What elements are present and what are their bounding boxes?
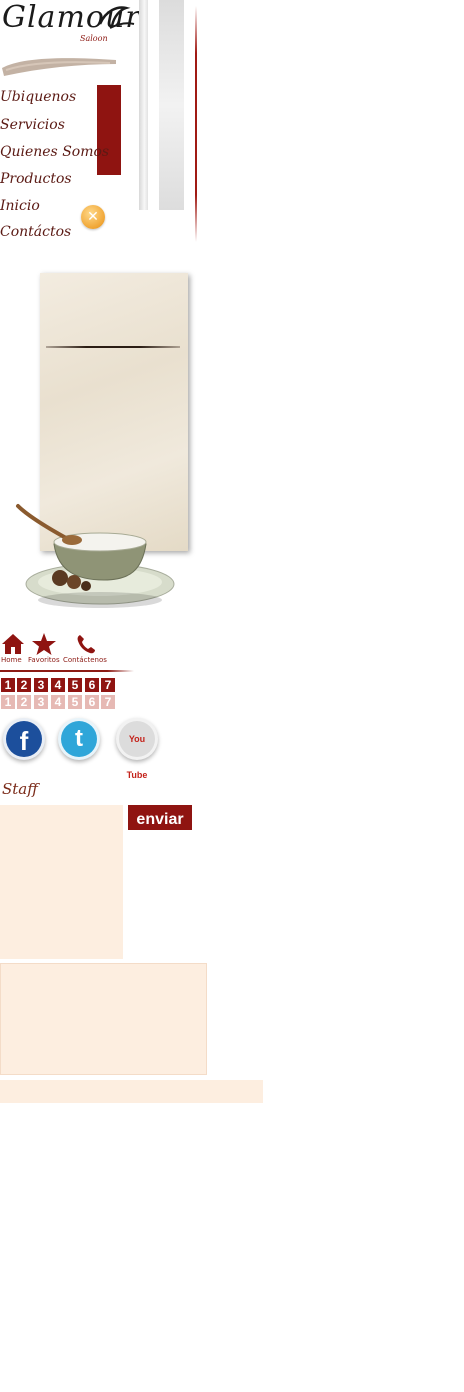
- star-icon[interactable]: [31, 632, 57, 656]
- decor-column-grey-2: [159, 0, 184, 210]
- facebook-button[interactable]: f: [3, 718, 45, 760]
- send-button[interactable]: enviar: [128, 805, 192, 830]
- page-4-hover-button[interactable]: 4: [51, 695, 65, 709]
- quick-link-contactenos[interactable]: Contáctenos: [63, 656, 107, 664]
- salt-bowl-image: [16, 504, 175, 608]
- page-2-hover-button[interactable]: 2: [17, 695, 31, 709]
- parchment-divider: [46, 346, 180, 348]
- page-3-button[interactable]: 3: [34, 678, 48, 692]
- quick-links-divider: [0, 670, 134, 672]
- menu-item-inicio[interactable]: Inicio: [0, 197, 40, 215]
- home-icon[interactable]: [0, 632, 26, 656]
- page-7-hover-button[interactable]: 7: [101, 695, 115, 709]
- youtube-button[interactable]: You Tube: [116, 718, 158, 780]
- twitter-button[interactable]: t: [58, 718, 100, 760]
- youtube-icon: You Tube: [119, 721, 155, 780]
- menu-item-contactos[interactable]: Contáctos: [0, 223, 71, 241]
- page-1-hover-button[interactable]: 1: [1, 695, 15, 709]
- menu-item-quienes-somos[interactable]: Quienes Somos: [0, 143, 109, 161]
- page-5-hover-button[interactable]: 5: [68, 695, 82, 709]
- site-logo[interactable]: Glamour Saloon: [0, 0, 140, 48]
- staff-panel: [0, 805, 123, 959]
- decor-red-block: [97, 85, 121, 175]
- close-icon[interactable]: ✕: [81, 205, 105, 229]
- page-5-button[interactable]: 5: [68, 678, 82, 692]
- staff-title: Staff: [2, 780, 38, 798]
- quick-link-favoritos[interactable]: Favoritos: [28, 656, 60, 664]
- brush-stroke-decoration: [2, 58, 116, 76]
- phone-icon[interactable]: [73, 632, 99, 656]
- page-6-hover-button[interactable]: 6: [85, 695, 99, 709]
- menu-item-servicios[interactable]: Servicios: [0, 116, 65, 134]
- decor-column-grey-1: [139, 0, 148, 210]
- menu-item-productos[interactable]: Productos: [0, 170, 72, 188]
- logo-swoosh-icon: [98, 6, 135, 29]
- facebook-icon: f: [6, 721, 42, 757]
- menu-item-ubiquenos[interactable]: Ubiquenos: [0, 88, 76, 106]
- twitter-icon: t: [61, 721, 97, 757]
- page-6-button[interactable]: 6: [85, 678, 99, 692]
- contact-input[interactable]: [0, 1080, 263, 1103]
- page-7-button[interactable]: 7: [101, 678, 115, 692]
- message-textarea[interactable]: [0, 963, 207, 1075]
- page-2-button[interactable]: 2: [17, 678, 31, 692]
- page-3-hover-button[interactable]: 3: [34, 695, 48, 709]
- decor-column-red: [195, 6, 197, 242]
- page-1-button[interactable]: 1: [1, 678, 15, 692]
- logo-subtitle: Saloon: [80, 34, 108, 43]
- quick-link-home[interactable]: Home: [1, 656, 22, 664]
- page-4-button[interactable]: 4: [51, 678, 65, 692]
